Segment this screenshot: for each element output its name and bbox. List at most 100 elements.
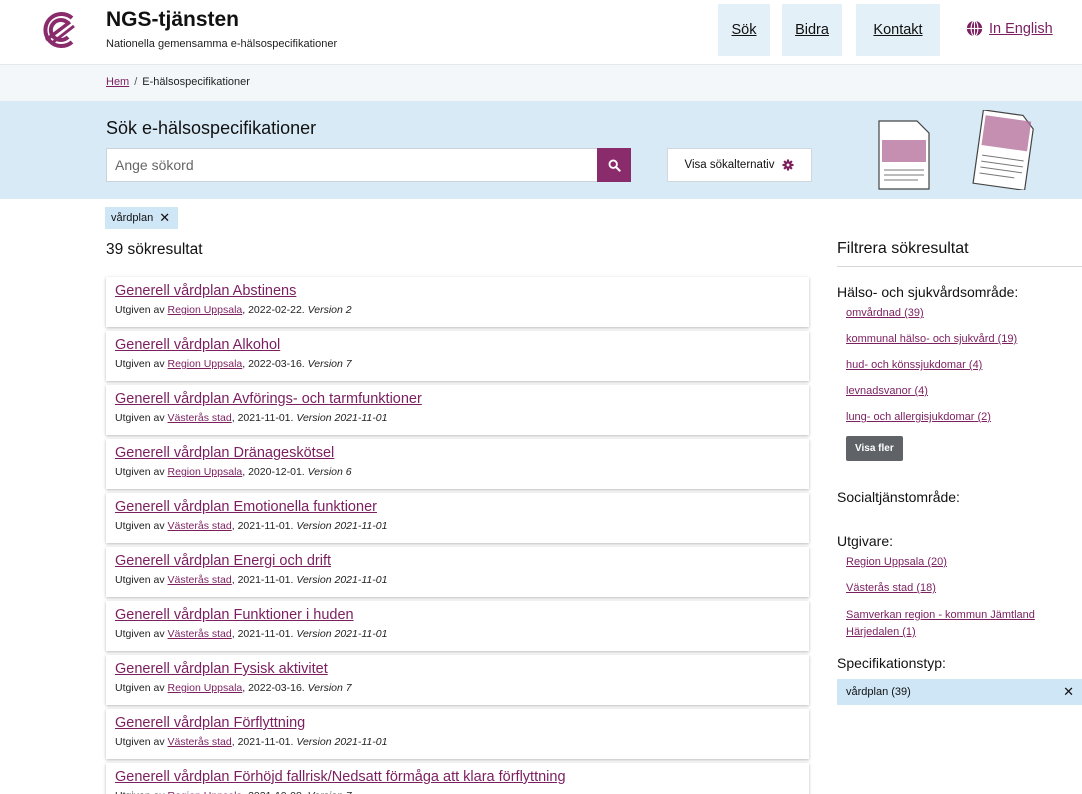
result-date: , 2021-10-08.: [242, 790, 307, 794]
active-filter-chip[interactable]: vårdplan ✕: [105, 207, 179, 229]
filter-item-label: Samverkan region - kommun Jämtland Härje…: [846, 609, 1035, 638]
breadcrumb-home-link[interactable]: Hem: [106, 76, 129, 88]
filter-sidebar: Filtrera sökresultat Hälso- och sjukvård…: [837, 240, 1082, 705]
result-card: Generell vårdplan Funktioner i huden Utgi…: [106, 601, 809, 651]
filter-publisher-item[interactable]: Västerås stad (18): [846, 581, 1082, 595]
filter-health-item[interactable]: lung- och allergisjukdomar (2): [846, 410, 1082, 424]
result-date: , 2021-11-01.: [231, 520, 297, 532]
result-version: Version 2021-11-01: [296, 574, 388, 586]
result-card: Generell vårdplan Abstinens Utgiven av Re…: [106, 277, 809, 327]
show-more-button[interactable]: Visa fler: [846, 436, 903, 461]
result-publisher-link[interactable]: Västerås stad: [168, 628, 232, 640]
result-meta: Utgiven av Västerås stad, 2021-11-01. Ve…: [115, 520, 809, 533]
filter-item-count: (4): [968, 359, 983, 371]
filter-health-item[interactable]: levnadsvanor (4): [846, 384, 1082, 398]
filter-item-label: lung- och allergisjukdomar: [846, 411, 975, 423]
filter-health-item[interactable]: kommunal hälso- och sjukvård (19): [846, 332, 1082, 346]
result-card: Generell vårdplan Fysisk aktivitet Utgive…: [106, 655, 809, 705]
spec-type-chip[interactable]: vårdplan (39) ✕: [837, 679, 1082, 705]
result-date: , 2021-11-01.: [231, 628, 297, 640]
filter-list-health: omvårdnad (39) kommunal hälso- och sjukvå…: [837, 306, 1082, 424]
result-title-link[interactable]: Generell vårdplan Funktioner i huden: [115, 606, 809, 624]
result-publisher-link[interactable]: Region Uppsala: [168, 304, 243, 316]
result-title-link[interactable]: Generell vårdplan Dränageskötsel: [115, 444, 809, 462]
gear-icon: [782, 159, 794, 171]
result-title-link[interactable]: Generell vårdplan Alkohol: [115, 336, 809, 354]
search-band: Sök e-hälsospecifikationer Visa sökalter…: [0, 101, 1082, 199]
result-meta: Utgiven av Region Uppsala, 2022-02-22. V…: [115, 304, 809, 317]
breadcrumb: Hem / E-hälsospecifikationer: [106, 76, 250, 88]
language-link[interactable]: In English: [966, 20, 1053, 37]
result-title-link[interactable]: Generell vårdplan Fysisk aktivitet: [115, 660, 809, 678]
filter-group-title-spec: Specifikationstyp:: [837, 655, 946, 671]
filter-item-label: hud- och könssjukdomar: [846, 359, 966, 371]
result-title-link[interactable]: Generell vårdplan Energi och drift: [115, 552, 809, 570]
result-title-link[interactable]: Generell vårdplan Avförings- och tarmfun…: [115, 390, 809, 408]
result-date: , 2022-03-16.: [242, 682, 308, 694]
result-publisher-link[interactable]: Västerås stad: [168, 412, 232, 424]
breadcrumb-separator: /: [134, 76, 138, 88]
site-title[interactable]: NGS-tjänsten: [106, 8, 239, 32]
breadcrumb-bar: Hem / E-hälsospecifikationer: [0, 64, 1082, 101]
result-published-by: Utgiven av: [115, 358, 165, 370]
site-header: NGS-tjänsten Nationella gemensamma e-häl…: [0, 0, 1082, 64]
results-count: 39 sökresultat: [106, 241, 203, 258]
result-card: Generell vårdplan Alkohol Utgiven av Regi…: [106, 331, 809, 381]
result-published-by: Utgiven av: [115, 520, 165, 532]
logo-icon[interactable]: [38, 10, 78, 50]
result-publisher-link[interactable]: Västerås stad: [168, 574, 232, 586]
search-input[interactable]: [106, 148, 598, 182]
globe-icon: [966, 20, 983, 37]
result-publisher-link[interactable]: Region Uppsala: [168, 358, 243, 370]
result-date: , 2021-11-01.: [231, 736, 297, 748]
result-card: Generell vårdplan Dränageskötsel Utgiven …: [106, 439, 809, 489]
result-version: Version 2021-11-01: [296, 412, 388, 424]
result-title-link[interactable]: Generell vårdplan Förhöjd fallrisk/Nedsa…: [115, 768, 809, 786]
filter-publisher-item[interactable]: Samverkan region - kommun Jämtland Härje…: [846, 607, 1082, 641]
filter-item-label: Region Uppsala: [846, 556, 925, 568]
filter-item-label: kommunal hälso- och sjukvård: [846, 333, 995, 345]
result-card: Generell vårdplan Förhöjd fallrisk/Nedsa…: [106, 763, 809, 794]
result-publisher-link[interactable]: Region Uppsala: [168, 682, 243, 694]
result-meta: Utgiven av Region Uppsala, 2021-10-08. V…: [115, 790, 809, 794]
breadcrumb-current: E-hälsospecifikationer: [142, 76, 250, 88]
site-subtitle: Nationella gemensamma e-hälsospecifikati…: [106, 38, 338, 50]
result-publisher-link[interactable]: Västerås stad: [168, 520, 232, 532]
result-publisher-link[interactable]: Västerås stad: [168, 736, 232, 748]
result-published-by: Utgiven av: [115, 628, 165, 640]
search-icon: [608, 159, 621, 172]
result-date: , 2021-11-01.: [231, 412, 297, 424]
result-publisher-link[interactable]: Region Uppsala: [168, 790, 243, 794]
nav-kontakt-link[interactable]: Kontakt: [856, 4, 940, 56]
result-title-link[interactable]: Generell vårdplan Abstinens: [115, 282, 809, 300]
result-meta: Utgiven av Region Uppsala, 2022-03-16. V…: [115, 358, 809, 371]
filter-publisher-item[interactable]: Region Uppsala (20): [846, 555, 1082, 569]
filter-item-label: omvårdnad: [846, 307, 902, 319]
result-version: Version 7: [307, 358, 352, 370]
filter-list-publisher: Region Uppsala (20) Västerås stad (18) Sam…: [837, 555, 1082, 641]
search-options-label: Visa sökalternativ: [684, 159, 775, 171]
result-meta: Utgiven av Västerås stad, 2021-11-01. Ve…: [115, 412, 809, 425]
search-options-button[interactable]: Visa sökalternativ: [667, 148, 812, 182]
result-title-link[interactable]: Generell vårdplan Förflyttning: [115, 714, 809, 732]
result-published-by: Utgiven av: [115, 574, 165, 586]
result-title-link[interactable]: Generell vårdplan Emotionella funktioner: [115, 498, 809, 516]
filter-item-count: (19): [997, 333, 1018, 345]
close-icon[interactable]: ✕: [159, 210, 170, 226]
result-date: , 2021-11-01.: [231, 574, 297, 586]
search-button[interactable]: [597, 148, 631, 182]
filter-health-item[interactable]: hud- och könssjukdomar (4): [846, 358, 1082, 372]
result-card: Generell vårdplan Förflyttning Utgiven av…: [106, 709, 809, 759]
result-version: Version 6: [307, 466, 352, 478]
nav-bidra-link[interactable]: Bidra: [782, 4, 842, 56]
result-version: Version 2021-11-01: [296, 520, 388, 532]
result-version: Version 2021-11-01: [296, 628, 388, 640]
filter-item-count: (18): [916, 582, 936, 594]
result-date: , 2022-02-22.: [242, 304, 308, 316]
result-publisher-link[interactable]: Region Uppsala: [168, 466, 243, 478]
filter-health-item[interactable]: omvårdnad (39): [846, 306, 1082, 320]
nav-sok-link[interactable]: Sök: [718, 4, 770, 56]
result-published-by: Utgiven av: [115, 466, 165, 478]
result-meta: Utgiven av Västerås stad, 2021-11-01. Ve…: [115, 574, 809, 587]
close-icon[interactable]: ✕: [1063, 684, 1074, 700]
